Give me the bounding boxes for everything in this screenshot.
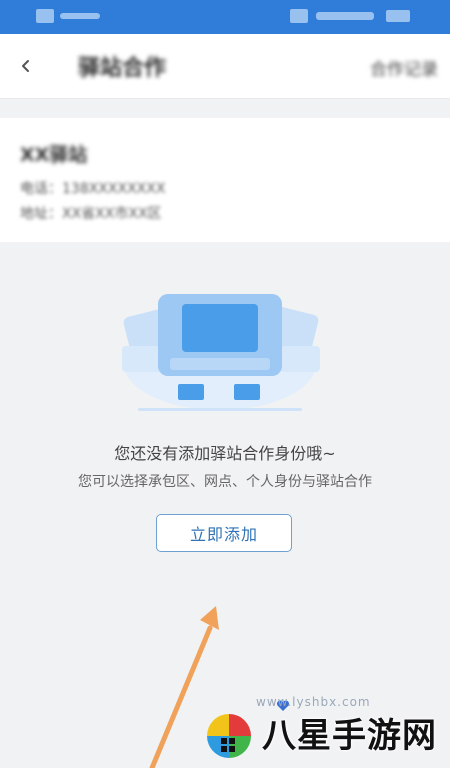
watermark-brand-text: 八星手游网 — [262, 716, 437, 756]
signal-icon — [36, 9, 100, 23]
computer-illustration-icon — [122, 294, 320, 411]
page-title: 驿站合作 — [78, 56, 167, 81]
status-indicators — [290, 9, 410, 23]
station-name: XX驿站 — [20, 144, 88, 166]
empty-state-title: 您还没有添加驿站合作身份哦~ — [114, 444, 336, 463]
empty-state-subtitle: 您可以选择承包区、网点、个人身份与驿站合作 — [78, 474, 372, 490]
nav-action-link[interactable]: 合作记录 — [370, 55, 438, 80]
status-bar — [0, 0, 450, 34]
watermark-url: www.lyshbx.com — [256, 695, 371, 709]
station-info-card: XX驿站 电话：138XXXXXXXX 地址：XX省XX市XX区 — [0, 118, 450, 242]
battery-icon — [386, 10, 410, 22]
watermark: 八星手游网 — [200, 704, 446, 764]
add-now-label: 立即添加 — [189, 525, 258, 544]
add-now-button[interactable]: 立即添加 — [156, 514, 292, 552]
top-nav-bar: 驿站合作 合作记录 — [0, 34, 450, 99]
wifi-icon — [290, 9, 308, 23]
station-address: 地址：XX省XX市XX区 — [20, 206, 162, 222]
chevron-left-icon — [22, 60, 29, 72]
back-button[interactable] — [12, 52, 40, 80]
station-phone: 电话：138XXXXXXXX — [20, 181, 166, 197]
clock-text — [316, 12, 374, 20]
brand-logo-icon — [207, 714, 251, 758]
